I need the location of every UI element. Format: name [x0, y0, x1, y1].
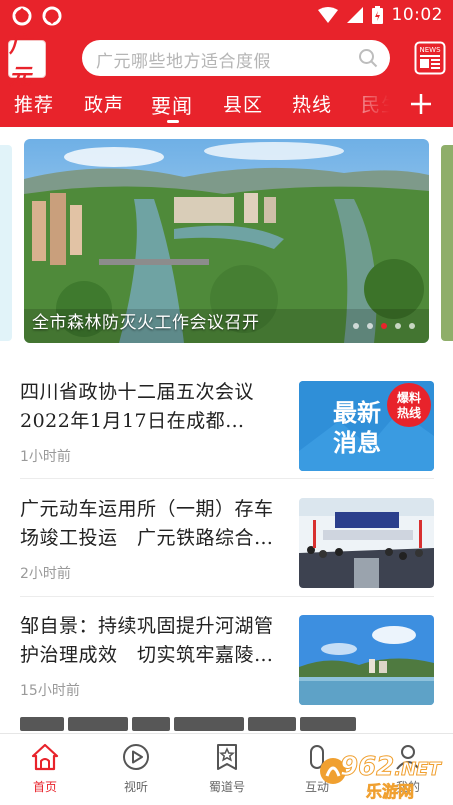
search-bar[interactable]: 广元哪些地方适合度假 — [82, 40, 390, 76]
tabs-fade — [330, 86, 400, 124]
carousel-dot — [395, 323, 401, 329]
tab-recommend[interactable]: 推荐 — [14, 90, 54, 117]
news-title-line: 广元动车运用所（一期）存车 — [20, 498, 274, 520]
news-time: 15小时前 — [20, 683, 80, 699]
play-icon — [123, 744, 149, 770]
news-item[interactable]: 广元动车运用所（一期）存车 场竣工投运 广元铁路综合… 2小时前 — [0, 495, 453, 611]
ceremony-photo — [299, 498, 434, 588]
news-title-line: 2022年1月17日在成都… — [20, 410, 245, 432]
news-title-line: 四川省政协十二届五次会议 — [20, 381, 255, 403]
news-label: NEWS — [419, 46, 441, 54]
signal-icon — [346, 7, 363, 23]
news-title: 邹自景：持续巩固提升河湖管 护治理成效 切实筑牢嘉陵… — [20, 612, 288, 670]
home-icon — [31, 743, 59, 771]
nav-home[interactable]: 首页 — [10, 742, 80, 795]
status-bar: 10:02 — [0, 0, 453, 32]
battery-icon — [371, 6, 383, 24]
news-title: 广元动车运用所（一期）存车 场竣工投运 广元铁路综合… — [20, 495, 288, 553]
news-title: 四川省政协十二届五次会议 2022年1月17日在成都… — [20, 378, 288, 436]
thumb-text-2: 消息 — [333, 429, 381, 457]
wifi-icon — [317, 7, 338, 23]
carousel-dot — [353, 323, 359, 329]
news-thumbnail — [299, 498, 434, 588]
news-thumbnail — [299, 615, 434, 705]
app-header: 广元 广元哪些地方适合度假 NEWS — [0, 32, 453, 90]
news-thumbnail: 最新 消息 爆料 热线 — [299, 381, 434, 471]
watermark-suffix: .NET — [394, 759, 441, 781]
news-item[interactable]: 邹自景：持续巩固提升河湖管 护治理成效 切实筑牢嘉陵… 15小时前 — [0, 612, 453, 728]
banner-slide[interactable]: 全市森林防灭火工作会议召开 — [24, 139, 429, 343]
watermark-subtext: 乐游网 — [366, 782, 415, 802]
logo-text: 广元 — [9, 32, 32, 90]
nav-shudao[interactable]: 蜀道号 — [192, 742, 262, 795]
badge-text-1: 爆料 — [397, 390, 421, 405]
site-watermark: 962.NET 乐游网 — [318, 752, 448, 801]
badge-text-2: 热线 — [397, 405, 421, 420]
category-tabs: 推荐 政声 要闻 县区 热线 民生 — [0, 86, 453, 124]
next-news-partial — [20, 716, 420, 734]
carousel-dots — [353, 323, 415, 329]
banner-carousel[interactable]: 全市森林防灭火工作会议召开 — [0, 127, 453, 359]
news-item[interactable]: 四川省政协十二届五次会议 2022年1月17日在成都… 1小时前 最新 消息 爆… — [0, 378, 453, 494]
nav-label: 蜀道号 — [208, 780, 245, 794]
breaking-news-graphic: 最新 消息 爆料 热线 — [299, 381, 434, 471]
tab-policy[interactable]: 政声 — [84, 90, 124, 117]
thumb-text-1: 最新 — [333, 399, 381, 427]
news-title-line: 护治理成效 切实筑牢嘉陵… — [20, 644, 274, 666]
news-time: 2小时前 — [20, 566, 71, 582]
search-icon[interactable] — [358, 48, 378, 68]
sync-icon — [12, 6, 32, 26]
nav-label: 首页 — [32, 780, 57, 794]
banner-caption: 全市森林防灭火工作会议召开 — [32, 313, 260, 333]
tab-headlines[interactable]: 要闻 — [151, 90, 193, 119]
carousel-dot-active — [381, 323, 387, 329]
carousel-dot — [409, 323, 415, 329]
top-header-area: 10:02 广元 广元哪些地方适合度假 NEWS 推荐 政声 要闻 县区 热线 … — [0, 0, 453, 127]
add-channel-icon[interactable] — [408, 91, 434, 117]
news-icon[interactable]: NEWS — [414, 41, 446, 75]
news-title-line: 邹自景：持续巩固提升河湖管 — [20, 615, 274, 637]
star-badge-icon — [217, 744, 237, 770]
prev-slide-peek[interactable] — [0, 145, 12, 341]
carousel-dot — [367, 323, 373, 329]
active-tab-indicator — [167, 120, 179, 123]
river-photo — [299, 615, 434, 705]
tab-hotline[interactable]: 热线 — [292, 90, 332, 117]
app-logo[interactable]: 广元 — [8, 32, 46, 90]
status-time: 10:02 — [391, 5, 443, 25]
news-time: 1小时前 — [20, 449, 71, 465]
divider — [20, 596, 434, 597]
nav-label: 视听 — [123, 780, 148, 794]
news-title-line: 场竣工投运 广元铁路综合… — [20, 527, 274, 549]
next-slide-peek[interactable] — [441, 145, 453, 341]
search-input[interactable]: 广元哪些地方适合度假 — [96, 47, 271, 72]
nav-media[interactable]: 视听 — [101, 742, 171, 795]
tab-counties[interactable]: 县区 — [223, 90, 263, 117]
sync-icon-2 — [42, 6, 62, 26]
divider — [20, 478, 434, 479]
